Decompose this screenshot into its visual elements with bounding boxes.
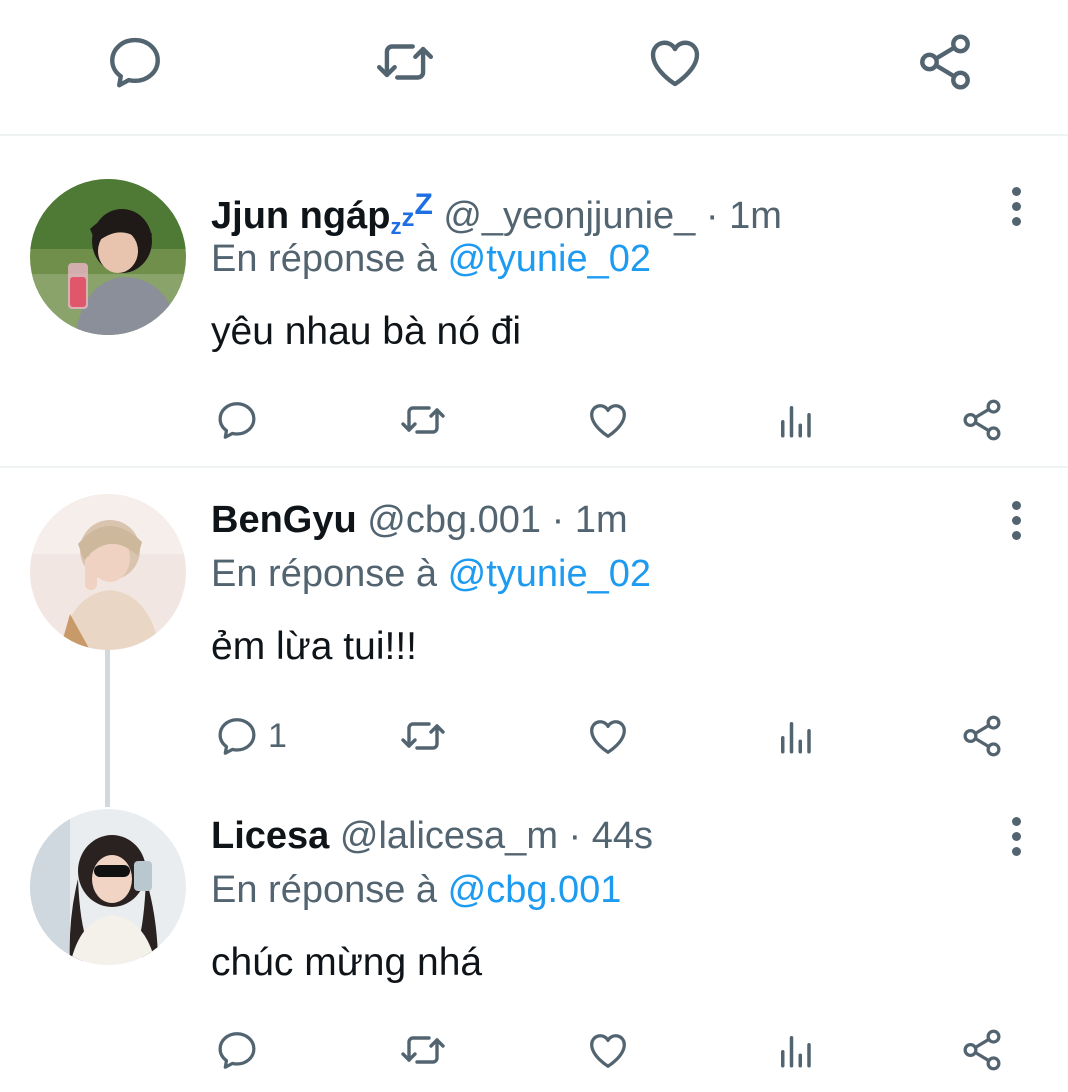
display-name[interactable]: Jjun ngáp [211,195,390,237]
retweet-button[interactable] [373,30,437,94]
tweet-header: Licesa @lalicesa_m · 44s [211,811,653,861]
dot-separator: · [568,815,582,857]
share-icon [959,397,1005,443]
tweet-header: BenGyu @cbg.001 · 1m [211,495,628,545]
retweet-button[interactable] [399,708,447,764]
tweet[interactable]: Jjun ngápzzZ @_yeonjjunie_ · 1m En répon… [0,136,1068,466]
share-icon [914,31,976,93]
like-button[interactable] [585,392,631,448]
share-button[interactable] [913,30,977,94]
share-button[interactable] [959,708,1005,764]
like-icon [585,1027,631,1073]
tweet-text: ẻm lừa tui!!! [211,625,418,668]
mention-link[interactable]: @cbg.001 [448,869,622,911]
avatar[interactable] [30,494,186,650]
mention-link[interactable]: @tyunie_02 [448,238,651,280]
replying-to: En réponse à @tyunie_02 [211,234,651,284]
timestamp[interactable]: 44s [592,815,653,857]
display-name[interactable]: BenGyu [211,499,357,541]
stats-icon [774,1029,816,1071]
dot-separator: · [705,195,719,237]
top-action-bar [0,0,1068,134]
reply-button[interactable] [214,1022,260,1078]
like-icon [585,397,631,443]
more-options-button[interactable] [1003,176,1029,236]
share-icon [959,713,1005,759]
like-button[interactable] [585,1022,631,1078]
retweet-icon [399,712,447,760]
analytics-button[interactable] [774,392,816,448]
reply-prefix: En réponse à [211,238,438,280]
like-icon [585,713,631,759]
tweet[interactable]: BenGyu @cbg.001 · 1m En réponse à @tyuni… [0,468,1068,790]
reply-button[interactable] [103,30,167,94]
avatar[interactable] [30,179,186,335]
analytics-button[interactable] [774,708,816,764]
reply-icon [214,713,260,759]
tweet-text: yêu nhau bà nó đi [211,310,522,353]
tweet-header: Jjun ngápzzZ @_yeonjjunie_ · 1m [211,180,782,239]
tweet-actions [0,1022,1068,1078]
reply-icon [104,31,166,93]
user-handle[interactable]: @lalicesa_m [340,815,558,857]
timestamp[interactable]: 1m [575,499,628,541]
share-button[interactable] [959,1022,1005,1078]
retweet-icon [374,31,436,93]
user-handle[interactable]: @cbg.001 [367,499,541,541]
timestamp[interactable]: 1m [729,195,782,237]
reply-icon [214,397,260,443]
analytics-button[interactable] [774,1022,816,1078]
display-name[interactable]: Licesa [211,815,329,857]
retweet-button[interactable] [399,1022,447,1078]
reply-prefix: En réponse à [211,553,438,595]
like-icon [644,31,706,93]
retweet-icon [399,1026,447,1074]
stats-icon [774,399,816,441]
share-icon [959,1027,1005,1073]
reply-count: 1 [268,716,287,755]
sleep-emoji-icon: zzZ [390,188,433,239]
avatar[interactable] [30,809,186,965]
reply-button[interactable] [214,392,260,448]
stats-icon [774,715,816,757]
replying-to: En réponse à @cbg.001 [211,865,621,915]
replying-to: En réponse à @tyunie_02 [211,549,651,599]
tweet-text: chúc mừng nhá [211,941,483,984]
reply-icon [214,1027,260,1073]
tweet-actions [0,392,1068,448]
more-options-button[interactable] [1003,806,1029,866]
reply-button[interactable]: 1 [214,708,287,764]
tweet[interactable]: Licesa @lalicesa_m · 44s En réponse à @c… [0,790,1068,1092]
retweet-icon [399,396,447,444]
share-button[interactable] [959,392,1005,448]
user-handle[interactable]: @_yeonjjunie_ [443,195,695,237]
reply-prefix: En réponse à [211,869,438,911]
tweet-actions: 1 [0,708,1068,764]
retweet-button[interactable] [399,392,447,448]
mention-link[interactable]: @tyunie_02 [448,553,651,595]
like-button[interactable] [643,30,707,94]
more-options-button[interactable] [1003,490,1029,550]
like-button[interactable] [585,708,631,764]
dot-separator: · [551,499,565,541]
